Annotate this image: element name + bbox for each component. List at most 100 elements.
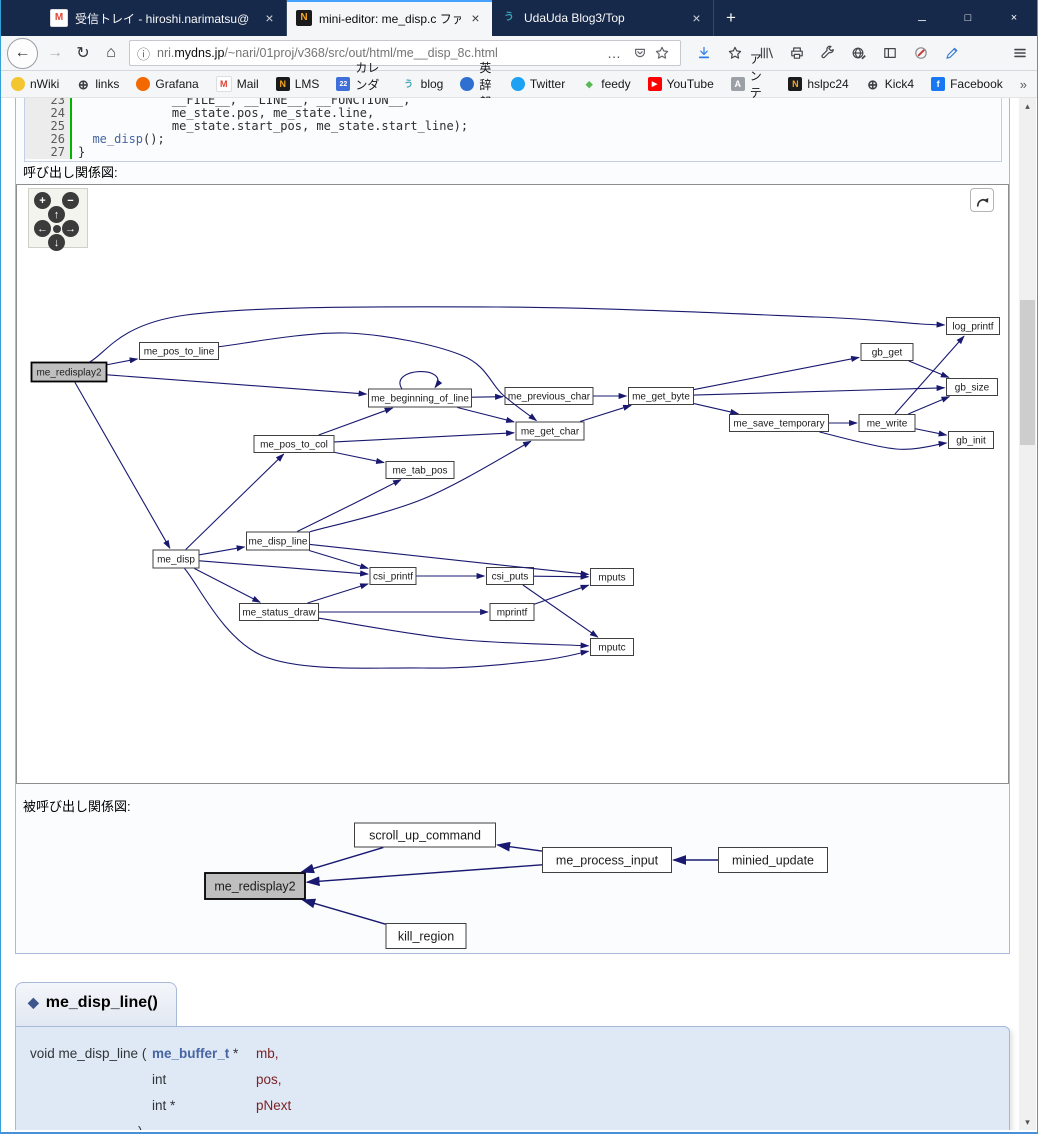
graph-edge: [457, 406, 515, 423]
tab-1[interactable]: M 受信トレイ - hiroshi.narimatsu@ ×: [41, 0, 287, 36]
graph-node-me_disp_line[interactable]: me_disp_line: [246, 531, 310, 551]
scroll-down-arrow-icon[interactable]: ▾: [1019, 1115, 1036, 1129]
pan-down-button[interactable]: ↓: [48, 234, 65, 251]
type-rest: int: [152, 1071, 167, 1087]
diamond-icon: ◆: [28, 994, 39, 1010]
graph-edge: [908, 396, 951, 415]
bookmarks-bar: ●nWiki⊕links●GrafanaMMailNLMS22カレンダーうblo…: [1, 52, 1037, 117]
n-badge-icon: N: [788, 77, 803, 91]
tab-close-icon[interactable]: ×: [468, 10, 483, 26]
pan-left-button[interactable]: ←: [34, 220, 51, 237]
bookmark-Facebook[interactable]: f Facebook: [931, 77, 1003, 91]
member-title: me_disp_line(): [45, 994, 158, 1011]
reset-button[interactable]: [53, 225, 61, 233]
bookmark-blog[interactable]: う blog: [402, 77, 444, 91]
bookmark-hslpc24[interactable]: Nhslpc24: [788, 77, 849, 91]
scroll-up-arrow-icon[interactable]: ▴: [1019, 99, 1036, 113]
graph-node-scroll_up_command[interactable]: scroll_up_command: [354, 822, 496, 848]
graph-node-me_status_draw[interactable]: me_status_draw: [239, 603, 319, 621]
graph-edge: [819, 431, 948, 450]
minimize-button[interactable]: ─: [899, 0, 945, 36]
graph-node-me_pos_to_line[interactable]: me_pos_to_line: [139, 342, 219, 360]
graph-node-minied_update[interactable]: minied_update: [718, 847, 828, 873]
bookmark-links[interactable]: ⊕ links: [76, 77, 119, 91]
bookmark-Kick4[interactable]: ⊕ Kick4: [866, 77, 914, 91]
graph-node-log_printf[interactable]: log_printf: [946, 317, 1000, 335]
bookmark-Mail[interactable]: M Mail: [215, 76, 259, 92]
graph-node-gb_size[interactable]: gb_size: [946, 378, 998, 396]
type-link[interactable]: me_buffer_t: [152, 1046, 229, 1061]
bookmark-Grafana[interactable]: ● Grafana: [136, 77, 199, 91]
signature-row: ): [24, 1118, 1001, 1131]
graph-edge: [106, 374, 368, 397]
graph-node-mputs[interactable]: mputs: [590, 568, 634, 586]
tab-close-icon[interactable]: ×: [262, 10, 277, 26]
zoom-out-button[interactable]: −: [62, 192, 79, 209]
svg-text:me_pos_to_line: me_pos_to_line: [144, 346, 215, 357]
tab-3[interactable]: う UdaUda Blog3/Top ×: [492, 0, 714, 36]
signature-intro: void me_disp_line (: [30, 1045, 147, 1061]
graph-edge: [305, 864, 543, 887]
graph-edge: [693, 355, 860, 391]
bookmark-Twitter[interactable]: ● Twitter: [510, 77, 565, 91]
bookmark-YouTube[interactable]: ▶ YouTube: [647, 77, 714, 91]
type-rest: *: [229, 1045, 239, 1061]
graph-node-csi_puts[interactable]: csi_puts: [486, 567, 534, 585]
svg-text:kill_region: kill_region: [398, 929, 454, 943]
tab-title: 受信トレイ - hiroshi.narimatsu@: [75, 11, 250, 26]
bookmarks-overflow-chevron[interactable]: »: [1020, 77, 1027, 92]
bookmark-label: blog: [420, 77, 444, 91]
graph-node-kill_region[interactable]: kill_region: [385, 923, 467, 949]
graph-node-me_redisplay2[interactable]: me_redisplay2: [204, 872, 306, 900]
graph-node-me_previous_char[interactable]: me_previous_char: [504, 387, 594, 405]
graph-node-me_pos_to_col[interactable]: me_pos_to_col: [253, 435, 335, 453]
vertical-scrollbar[interactable]: ▴ ▾: [1019, 98, 1036, 1130]
tab-bar-spacer: [1, 0, 41, 36]
graph-node-mputc[interactable]: mputc: [590, 638, 634, 656]
graph-node-me_beginning_of_line[interactable]: me_beginning_of_line: [368, 388, 472, 408]
new-tab-button[interactable]: +: [714, 0, 748, 36]
tab-close-icon[interactable]: ×: [689, 10, 704, 26]
graph-edge: [307, 583, 369, 604]
graph-node-me_tab_pos[interactable]: me_tab_pos: [385, 461, 455, 479]
graph-node-me_get_char[interactable]: me_get_char: [515, 421, 585, 441]
member-title-tab: ◆ me_disp_line(): [15, 982, 177, 1026]
graph-node-gb_get[interactable]: gb_get: [860, 343, 914, 361]
caller-graph-label: 被呼び出し関係図:: [23, 799, 131, 814]
svg-text:me_pos_to_col: me_pos_to_col: [260, 439, 328, 450]
line-number[interactable]: 27: [25, 146, 72, 159]
graph-node-csi_printf[interactable]: csi_printf: [369, 567, 417, 585]
graph-node-me_disp[interactable]: me_disp: [152, 549, 200, 569]
browser-window: M 受信トレイ - hiroshi.narimatsu@ × Nmini-editor…: [0, 0, 1038, 1134]
maximize-button[interactable]: □: [945, 0, 991, 36]
graph-external-view-button[interactable]: [970, 188, 994, 212]
code-link[interactable]: me_disp: [92, 132, 143, 146]
bookmark-label: YouTube: [666, 77, 714, 91]
close-button[interactable]: ×: [991, 0, 1037, 36]
graph-node-me_redisplay2[interactable]: me_redisplay2: [30, 361, 108, 383]
graph-node-me_process_input[interactable]: me_process_input: [542, 847, 672, 873]
graph-node-gb_init[interactable]: gb_init: [948, 431, 994, 449]
svg-text:gb_init: gb_init: [956, 435, 986, 446]
signature-row: int * pNext: [24, 1092, 1001, 1118]
bookmark-LMS[interactable]: N LMS: [275, 77, 319, 91]
zoom-in-button[interactable]: +: [34, 192, 51, 209]
svg-text:gb_size: gb_size: [955, 382, 990, 393]
graph-node-me_save_temporary[interactable]: me_save_temporary: [729, 414, 829, 432]
nwiki-icon: ●: [11, 77, 25, 91]
pan-up-button[interactable]: ↑: [48, 206, 65, 223]
bookmark-feedy[interactable]: ◆ feedy: [582, 77, 631, 91]
graph-node-mprintf[interactable]: mprintf: [489, 603, 535, 621]
pan-right-button[interactable]: →: [62, 220, 79, 237]
svg-text:me_get_char: me_get_char: [521, 426, 580, 437]
bookmark-nWiki[interactable]: ● nWiki: [11, 77, 59, 91]
menu-icon[interactable]: [1009, 42, 1031, 64]
tab-2[interactable]: Nmini-editor: me_disp.c ファイル ×: [287, 0, 492, 36]
signature-row: int pos,: [24, 1066, 1001, 1092]
svg-text:me_status_draw: me_status_draw: [242, 607, 316, 618]
u-teal-icon: う: [404, 78, 414, 89]
graph-node-me_write[interactable]: me_write: [858, 414, 916, 432]
graph-node-me_get_byte[interactable]: me_get_byte: [628, 387, 694, 405]
bookmark-label: Facebook: [950, 77, 1003, 91]
scrollbar-thumb[interactable]: [1020, 300, 1035, 445]
